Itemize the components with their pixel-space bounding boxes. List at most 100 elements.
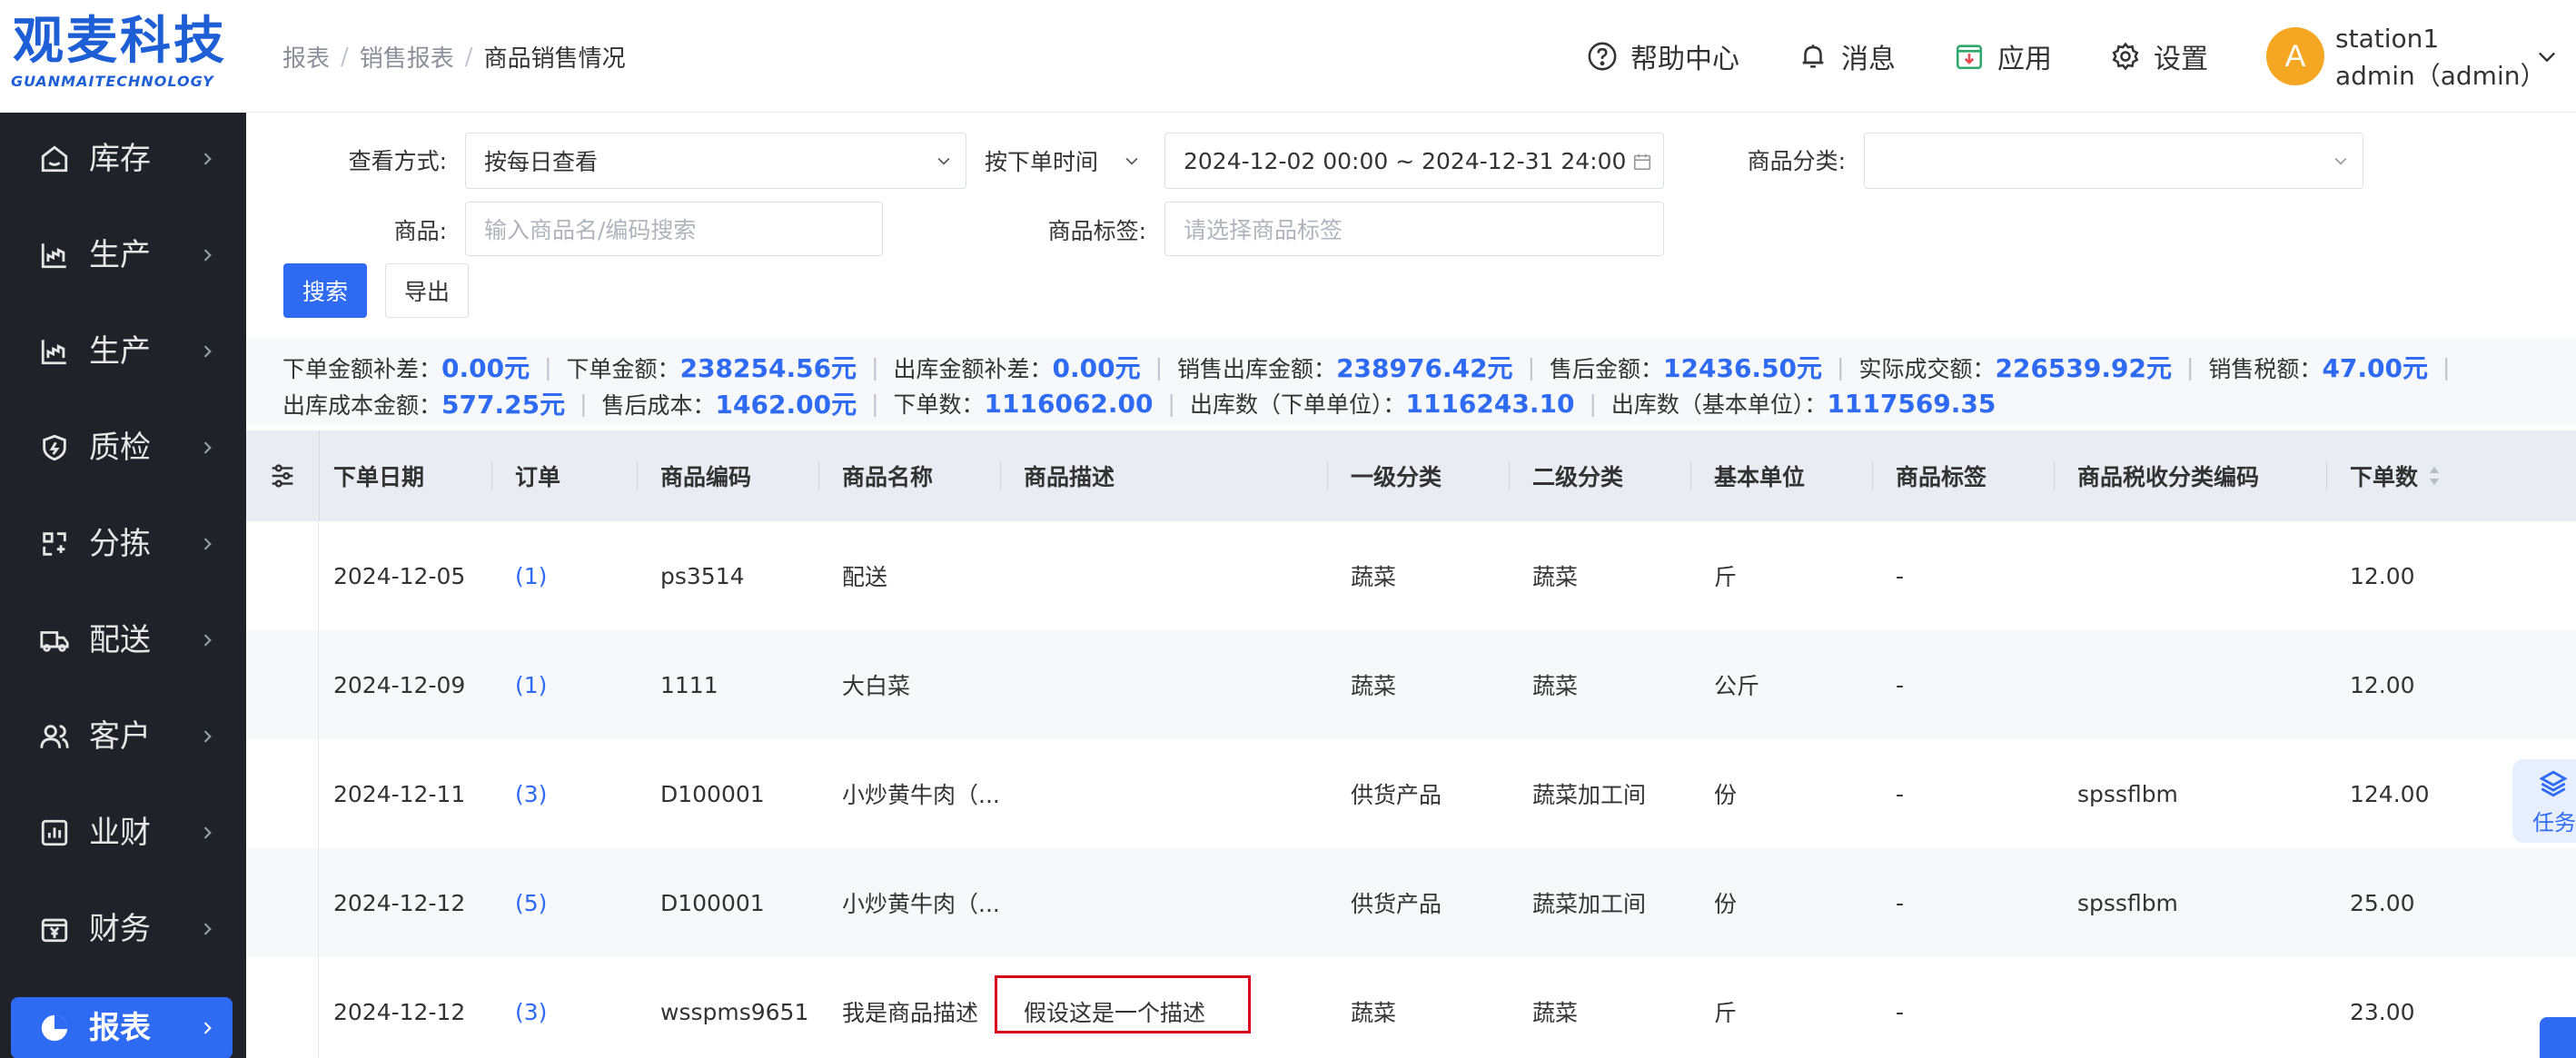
settings-button[interactable]: 设置 [2108, 35, 2208, 78]
summary-separator: | [580, 390, 588, 417]
date-range-picker[interactable]: 2024-12-02 00:00 ~ 2024-12-31 24:00 [1164, 133, 1664, 189]
chevron-right-icon [203, 923, 212, 935]
summary-separator: | [1837, 353, 1845, 381]
column-header-category-1[interactable]: 一级分类 [1351, 430, 1442, 521]
chevron-right-icon [203, 634, 212, 647]
breadcrumb-item[interactable]: 销售报表 [360, 40, 454, 74]
column-header-quantity-label: 下单数 [2350, 464, 2419, 490]
table-row[interactable]: 2024-12-11 (3) D100001 小炒黄牛肉（... 供货产品 蔬菜… [246, 739, 2576, 848]
summary-item: 售后成本： 1462.00元 [602, 385, 857, 421]
table-row[interactable]: 2024-12-12 (3) wsspms9651 我是商品描述 假设这是一个描… [246, 957, 2576, 1058]
column-header-unit[interactable]: 基本单位 [1714, 430, 1805, 521]
category-label: 商品分类: [1747, 148, 1846, 174]
cell-name: 我是商品描述 [842, 1000, 979, 1026]
help-icon [1585, 39, 1620, 74]
sidebar-item-reports[interactable]: 报表 [11, 997, 233, 1058]
chevron-right-icon [203, 249, 212, 262]
sort-icon [36, 526, 73, 562]
chevron-down-icon[interactable] [2534, 44, 2560, 69]
product-search-input[interactable]: 输入商品名/编码搜索 [465, 202, 883, 256]
column-header-tag[interactable]: 商品标签 [1896, 430, 1986, 521]
cell-name: 小炒黄牛肉（... [842, 782, 1000, 808]
tag-select-placeholder: 请选择商品标签 [1184, 217, 1343, 243]
sidebar-item-finance[interactable]: 财务 [0, 881, 246, 977]
floating-action-button[interactable] [2540, 1017, 2576, 1058]
sidebar-item-label: 客户 [89, 718, 151, 755]
cell-unit: 份 [1714, 891, 1738, 917]
cell-order-link[interactable]: (5) [515, 848, 547, 957]
chevron-right-icon [203, 730, 212, 743]
cell-name: 小炒黄牛肉（... [842, 891, 1000, 917]
column-header-code[interactable]: 商品编码 [660, 430, 751, 521]
apps-button[interactable]: 应用 [1952, 35, 2052, 78]
column-header-date[interactable]: 下单日期 [333, 430, 424, 521]
table-row[interactable]: 2024-12-09 (1) 1111 大白菜 蔬菜 蔬菜 公斤 - 12.00 [246, 630, 2576, 739]
summary-item: 售后金额： 12436.50元 [1550, 349, 1822, 385]
layers-icon [2539, 770, 2568, 797]
column-header-quantity[interactable]: 下单数 [2350, 430, 2442, 521]
messages-button[interactable]: 消息 [1796, 35, 1896, 78]
sidebar-item-sorting[interactable]: 分拣 [0, 496, 246, 592]
tag-select[interactable]: 请选择商品标签 [1164, 202, 1664, 256]
bell-icon [1796, 39, 1830, 74]
cell-code: D100001 [660, 889, 765, 916]
summary-label: 下单金额： [566, 356, 680, 382]
cell-order-link[interactable]: (1) [515, 521, 547, 630]
time-type-select[interactable]: 按下单时间 [985, 133, 1148, 189]
summary-label: 实际成交额： [1858, 356, 1996, 382]
summary-value: 1116062.00 [984, 389, 1154, 419]
messages-label: 消息 [1841, 44, 1896, 75]
view-mode-select[interactable]: 按每日查看 [465, 133, 966, 189]
sidebar-item-production[interactable]: 生产 [0, 207, 246, 303]
sort-icon[interactable] [2427, 464, 2442, 488]
logo[interactable]: 观麦科技 GUANMAITECHNOLOGY [0, 0, 246, 113]
bar-chart-icon [36, 815, 73, 851]
cell-tag: - [1896, 780, 1905, 807]
sidebar-item-production-2[interactable]: 生产 [0, 303, 246, 400]
cell-category-2: 蔬菜 [1532, 1000, 1579, 1026]
summary-label: 销售税额： [2208, 356, 2323, 382]
column-header-tax-code[interactable]: 商品税收分类编码 [2077, 430, 2259, 521]
cell-date: 2024-12-09 [333, 671, 466, 698]
sidebar-item-business-finance[interactable]: 业财 [0, 785, 246, 881]
column-header-name[interactable]: 商品名称 [842, 430, 933, 521]
column-header-description[interactable]: 商品描述 [1024, 430, 1115, 521]
sidebar-item-inventory[interactable]: 库存 [0, 111, 246, 207]
table-row[interactable]: 2024-12-12 (5) D100001 小炒黄牛肉（... 供货产品 蔬菜… [246, 848, 2576, 957]
factory-icon [36, 333, 73, 370]
cell-order-link[interactable]: (3) [515, 957, 547, 1058]
sidebar-item-customers[interactable]: 客户 [0, 688, 246, 785]
cell-order-link[interactable]: (1) [515, 630, 547, 739]
cell-category-1: 蔬菜 [1351, 564, 1397, 590]
cell-date: 2024-12-11 [333, 780, 466, 807]
summary-label: 出库金额补差： [893, 356, 1053, 382]
gear-icon [2108, 39, 2143, 74]
summary-row-1: 下单金额补差： 0.00元 | 下单金额： 238254.56元 | 出库金额补差：… [282, 349, 2464, 385]
cell-order-link[interactable]: (3) [515, 739, 547, 848]
avatar[interactable]: A [2266, 27, 2324, 85]
table-row[interactable]: 2024-12-05 (1) ps3514 配送 蔬菜 蔬菜 斤 - 12.00 [246, 521, 2576, 630]
cell-category-1: 供货产品 [1351, 782, 1442, 808]
cell-code: 1111 [660, 671, 718, 698]
sidebar-item-label: 库存 [89, 141, 151, 177]
sidebar-item-delivery[interactable]: 配送 [0, 592, 246, 688]
category-select[interactable] [1864, 133, 2363, 189]
column-header-order[interactable]: 订单 [515, 430, 560, 521]
product-label: 商品: [393, 218, 447, 244]
chevron-right-icon [203, 345, 212, 358]
export-button[interactable]: 导出 [385, 263, 469, 318]
column-settings-button[interactable] [246, 430, 319, 521]
column-header-category-2[interactable]: 二级分类 [1532, 430, 1623, 521]
shield-check-icon [36, 430, 73, 466]
help-center-button[interactable]: 帮助中心 [1585, 35, 1739, 78]
task-float-button[interactable]: 任务 [2512, 759, 2576, 843]
chevron-down-icon [937, 157, 950, 165]
summary-separator: | [871, 353, 879, 381]
search-button[interactable]: 搜索 [283, 263, 367, 318]
breadcrumb-item[interactable]: 报表 [282, 40, 330, 74]
settings-label: 设置 [2154, 44, 2208, 75]
sidebar-item-quality[interactable]: 质检 [0, 400, 246, 496]
user-station[interactable]: station1 [2335, 24, 2439, 54]
cell-date: 2024-12-05 [333, 562, 466, 589]
user-name[interactable]: admin（admin） [2335, 56, 2545, 93]
